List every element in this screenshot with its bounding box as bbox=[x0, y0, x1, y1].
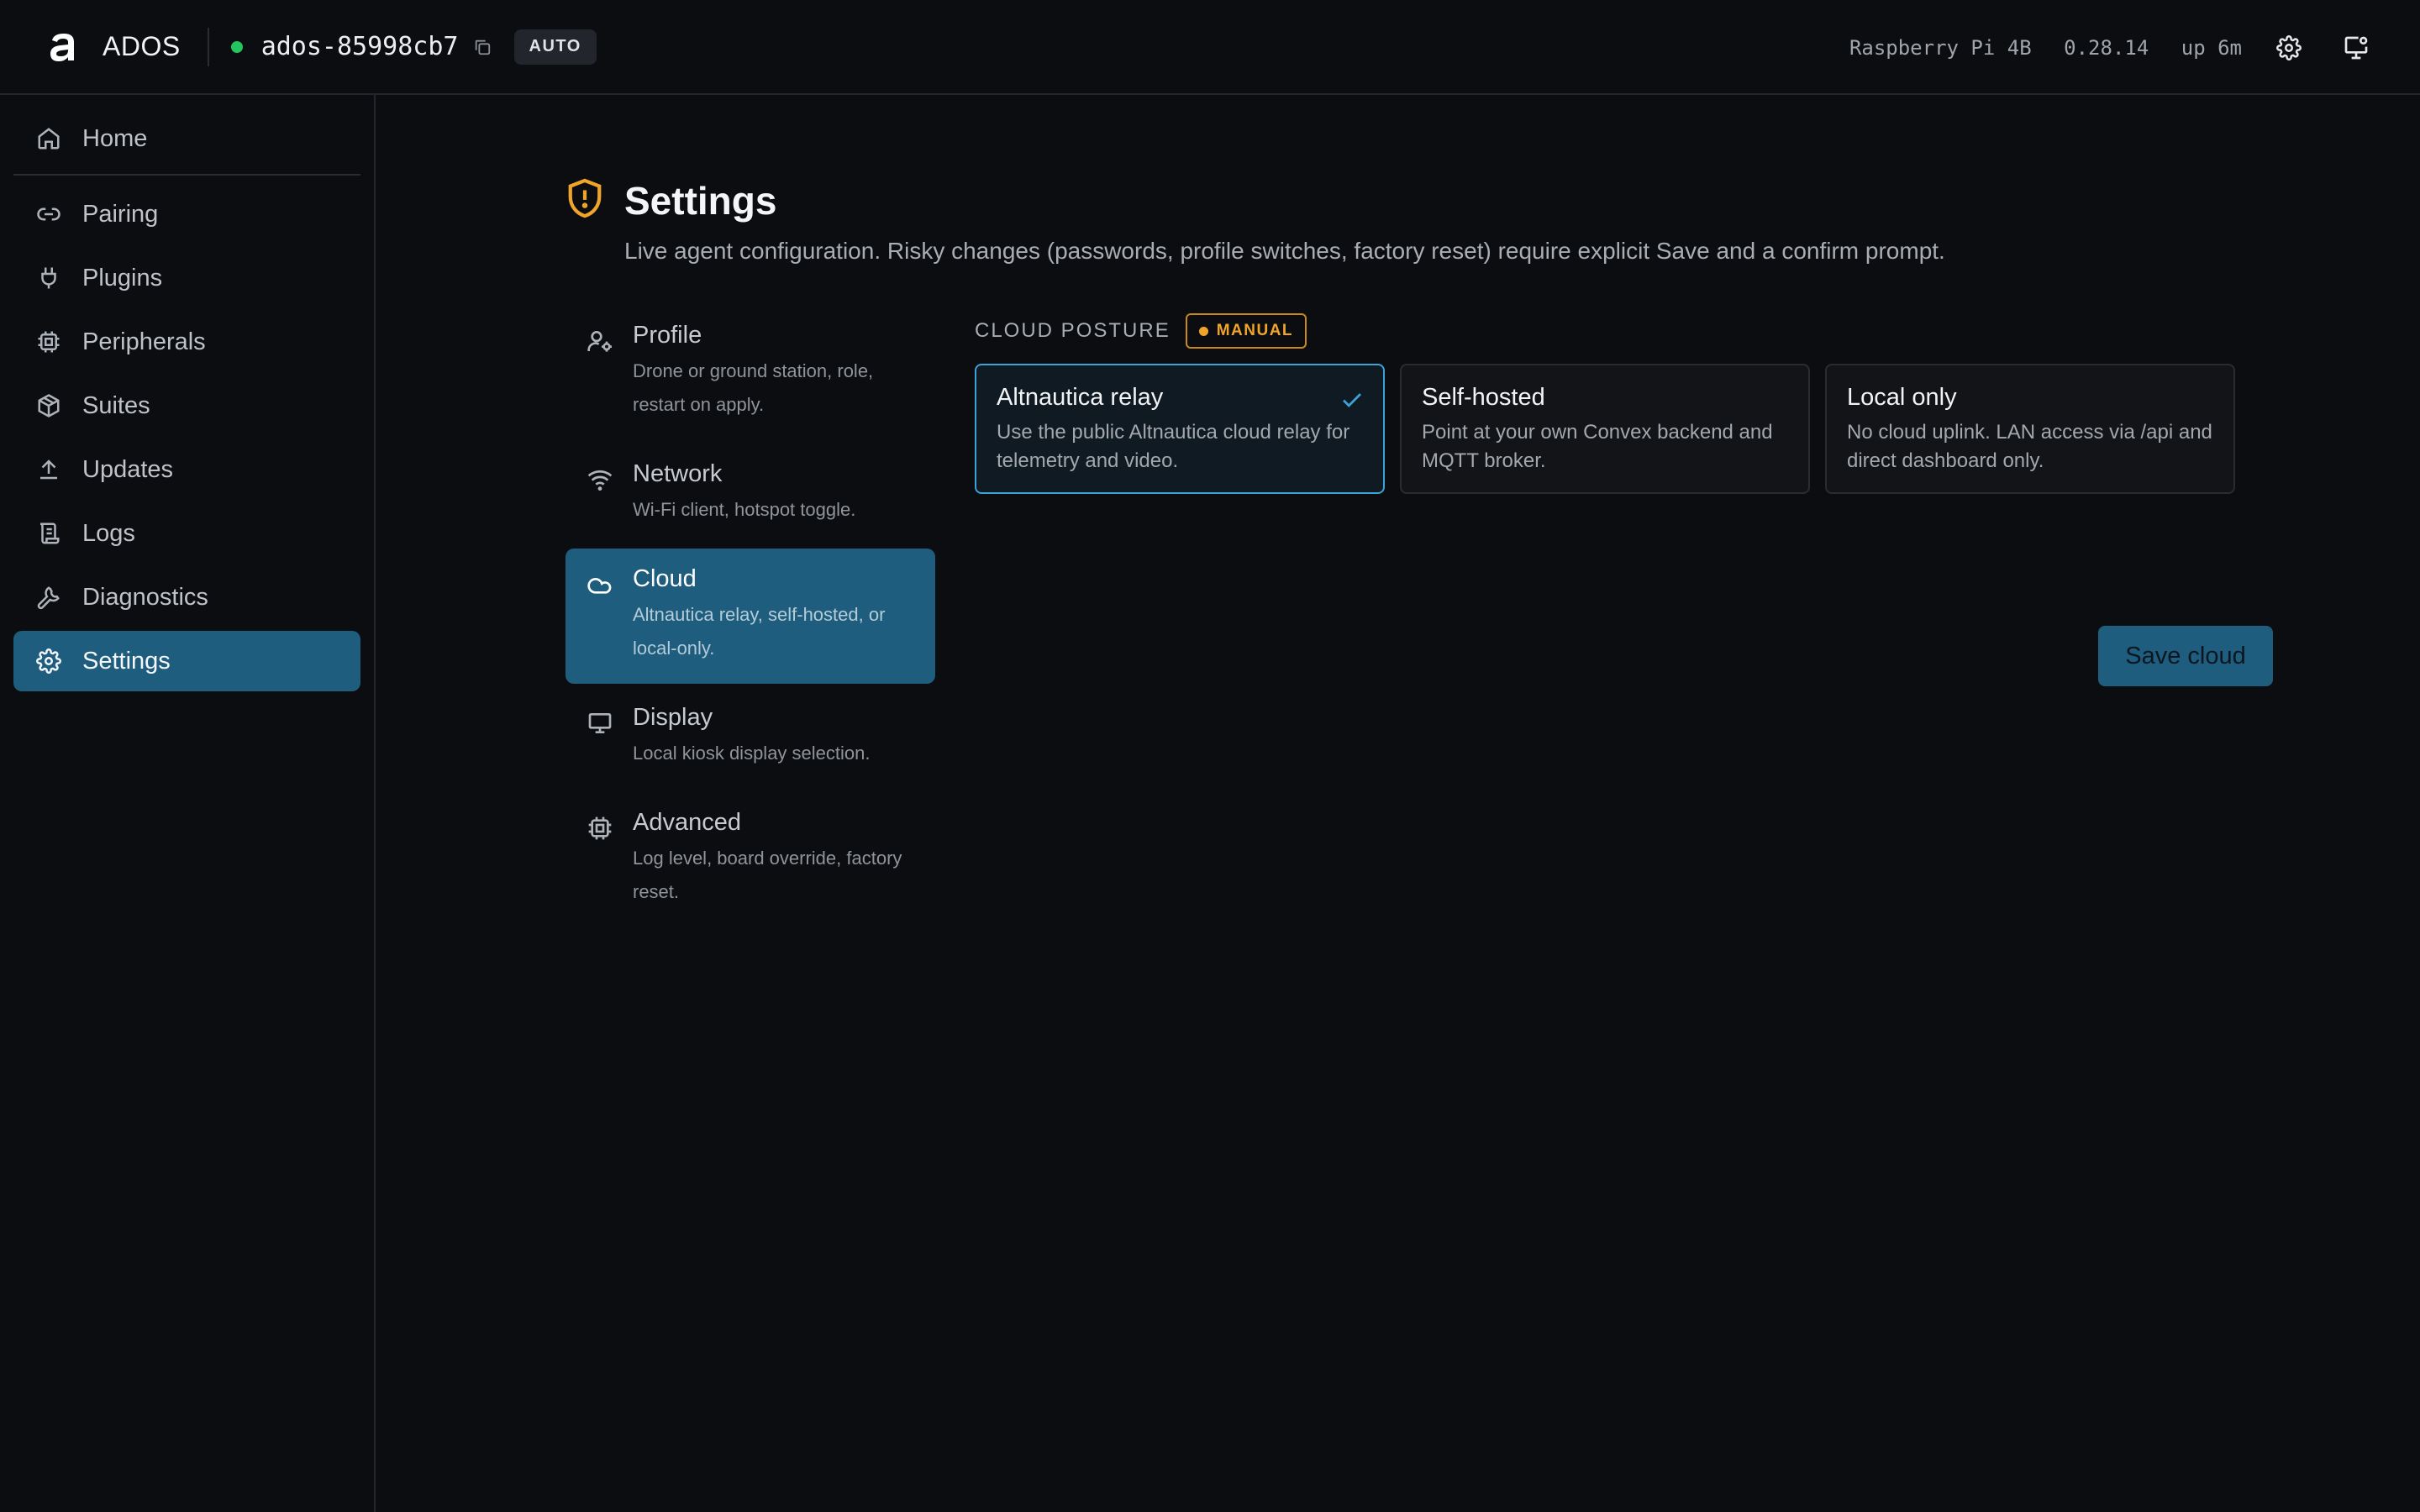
tab-advanced[interactable]: Advanced Log level, board override, fact… bbox=[566, 792, 935, 927]
copy-icon[interactable] bbox=[471, 35, 494, 59]
option-altnautica-relay[interactable]: Altnautica relay Use the public Altnauti… bbox=[975, 364, 1385, 494]
badge-dot bbox=[1198, 326, 1208, 336]
tab-cloud[interactable]: Cloud Altnautica relay, self-hosted, or … bbox=[566, 549, 935, 684]
scroll-icon bbox=[34, 518, 64, 549]
board-name: Raspberry Pi 4B bbox=[1849, 35, 2032, 60]
home-icon bbox=[34, 123, 64, 154]
page-title: Settings bbox=[624, 178, 777, 223]
wifi-icon bbox=[584, 464, 616, 496]
shield-alert-icon bbox=[566, 177, 604, 223]
sidebar-item-label: Pairing bbox=[82, 200, 159, 228]
option-title: Local only bbox=[1847, 384, 1957, 411]
wrench-icon bbox=[34, 582, 64, 612]
upload-icon bbox=[34, 454, 64, 485]
cpu-icon bbox=[584, 812, 616, 844]
header-divider bbox=[207, 27, 209, 66]
tab-display[interactable]: Display Local kiosk display selection. bbox=[566, 687, 935, 789]
tab-title: Profile bbox=[633, 322, 702, 349]
online-status-dot bbox=[230, 40, 243, 53]
sidebar-divider bbox=[13, 174, 360, 176]
gear-icon[interactable] bbox=[2269, 28, 2309, 68]
tab-title: Cloud bbox=[633, 565, 697, 592]
sidebar-item-plugins[interactable]: Plugins bbox=[13, 248, 360, 308]
settings-subnav: Profile Drone or ground station, role, r… bbox=[566, 305, 935, 931]
tab-description: Wi-Fi client, hotspot toggle. bbox=[633, 499, 856, 520]
option-title: Self-hosted bbox=[1422, 384, 1545, 411]
main-content: Settings Live agent configuration. Risky… bbox=[377, 95, 2420, 1512]
app-name: ADOS bbox=[103, 31, 181, 61]
sidebar-item-settings[interactable]: Settings bbox=[13, 631, 360, 691]
option-local-only[interactable]: Local only No cloud uplink. LAN access v… bbox=[1825, 364, 2235, 494]
uptime: up 6m bbox=[2181, 35, 2242, 60]
ados-logo-icon[interactable] bbox=[42, 25, 86, 69]
cloud-icon bbox=[584, 569, 616, 601]
page-subtitle: Live agent configuration. Risky changes … bbox=[624, 238, 1945, 264]
option-description: No cloud uplink. LAN access via /api and… bbox=[1847, 421, 2212, 472]
section-label: CLOUD POSTURE bbox=[975, 319, 1171, 342]
sidebar-item-suites[interactable]: Suites bbox=[13, 375, 360, 436]
chip-icon bbox=[34, 327, 64, 357]
monitor-settings-icon[interactable] bbox=[2336, 28, 2376, 68]
monitor-icon bbox=[584, 707, 616, 739]
sidebar-item-logs[interactable]: Logs bbox=[13, 503, 360, 564]
sidebar-item-label: Peripherals bbox=[82, 328, 206, 355]
cloud-posture-header: CLOUD POSTURE MANUAL bbox=[975, 313, 2273, 349]
option-self-hosted[interactable]: Self-hosted Point at your own Convex bac… bbox=[1400, 364, 1810, 494]
badge-label: MANUAL bbox=[1216, 322, 1294, 339]
option-description: Point at your own Convex backend and MQT… bbox=[1422, 421, 1773, 472]
link-icon bbox=[34, 199, 64, 229]
sidebar-item-label: Settings bbox=[82, 647, 171, 675]
cloud-settings-panel: CLOUD POSTURE MANUAL Altnautica relay Us… bbox=[975, 313, 2273, 686]
system-info: Raspberry Pi 4B 0.28.14 up 6m bbox=[1849, 36, 2242, 60]
sidebar-item-peripherals[interactable]: Peripherals bbox=[13, 312, 360, 372]
agent-version: 0.28.14 bbox=[2064, 35, 2149, 60]
option-description: Use the public Altnautica cloud relay fo… bbox=[997, 421, 1350, 472]
mode-badge: AUTO bbox=[513, 29, 597, 65]
check-icon bbox=[1343, 393, 1361, 407]
sidebar-item-label: Plugins bbox=[82, 264, 163, 291]
cloud-options: Altnautica relay Use the public Altnauti… bbox=[975, 364, 2273, 494]
tab-title: Display bbox=[633, 704, 713, 731]
package-icon bbox=[34, 391, 64, 421]
sidebar: Home Pairing Plugins Peripherals Suites … bbox=[0, 95, 376, 1512]
save-cloud-button[interactable]: Save cloud bbox=[2098, 626, 2273, 686]
sidebar-item-label: Home bbox=[82, 124, 148, 152]
manual-badge: MANUAL bbox=[1185, 313, 1307, 349]
gear-icon bbox=[34, 646, 64, 676]
plug-icon bbox=[34, 263, 64, 293]
tab-description: Local kiosk display selection. bbox=[633, 743, 871, 764]
tab-title: Network bbox=[633, 460, 723, 487]
page-header: Settings bbox=[566, 177, 776, 223]
device-id: ados-85998cb7 bbox=[260, 32, 459, 61]
tab-profile[interactable]: Profile Drone or ground station, role, r… bbox=[566, 305, 935, 440]
tab-title: Advanced bbox=[633, 809, 741, 836]
tab-description: Log level, board override, factory reset… bbox=[633, 848, 902, 902]
sidebar-item-label: Logs bbox=[82, 519, 135, 547]
tab-description: Drone or ground station, role, restart o… bbox=[633, 360, 874, 415]
sidebar-item-updates[interactable]: Updates bbox=[13, 439, 360, 500]
user-settings-icon bbox=[584, 325, 616, 357]
sidebar-item-label: Updates bbox=[82, 455, 174, 483]
tab-network[interactable]: Network Wi-Fi client, hotspot toggle. bbox=[566, 444, 935, 545]
tab-description: Altnautica relay, self-hosted, or local-… bbox=[633, 604, 886, 659]
top-bar: ADOS ados-85998cb7 AUTO Raspberry Pi 4B … bbox=[0, 0, 2420, 95]
option-title: Altnautica relay bbox=[997, 384, 1164, 411]
sidebar-item-pairing[interactable]: Pairing bbox=[13, 184, 360, 244]
sidebar-item-diagnostics[interactable]: Diagnostics bbox=[13, 567, 360, 627]
sidebar-item-label: Diagnostics bbox=[82, 583, 208, 611]
sidebar-item-label: Suites bbox=[82, 391, 150, 419]
sidebar-item-home[interactable]: Home bbox=[13, 108, 360, 169]
